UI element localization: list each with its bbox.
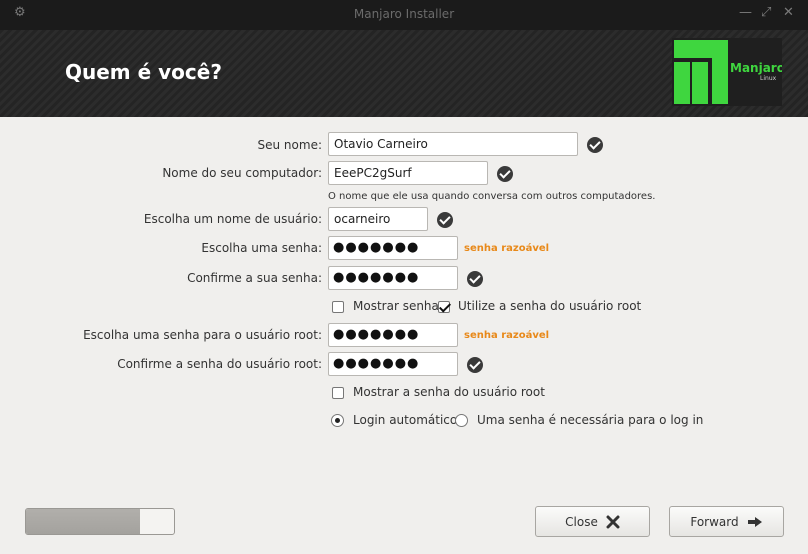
login-password-radio[interactable]: [455, 414, 468, 427]
forward-button-label: Forward: [690, 514, 739, 529]
use-root-password-checkbox[interactable]: [438, 301, 450, 313]
hostname-hint: O nome que ele usa quando conversa com o…: [328, 191, 656, 202]
show-root-password-checkbox[interactable]: [332, 387, 344, 399]
close-icon[interactable]: ✕: [783, 6, 794, 20]
titlebar: ⚙ Manjaro Installer — ⤢ ✕: [0, 0, 808, 30]
name-label: Seu nome:: [257, 138, 322, 152]
progress-fill: [26, 509, 140, 534]
check-icon: [437, 212, 453, 228]
window-title: Manjaro Installer: [353, 7, 455, 21]
name-field[interactable]: Otavio Carneiro: [328, 132, 578, 156]
password-strength: senha razoável: [464, 243, 550, 254]
page-title: Quem é você?: [65, 60, 222, 84]
password-field[interactable]: ●●●●●●●: [328, 236, 458, 260]
login-password-label: Uma senha é necessária para o log in: [477, 413, 704, 427]
install-progress-bar: [25, 508, 175, 535]
forward-button[interactable]: Forward: [669, 506, 784, 537]
root-password-confirm-label: Confirme a senha do usuário root:: [117, 357, 322, 371]
show-password-checkbox[interactable]: [332, 301, 344, 313]
check-icon: [467, 357, 483, 373]
form-area: Seu nome: Otavio Carneiro Nome do seu co…: [0, 117, 808, 554]
root-password-label: Escolha uma senha para o usuário root:: [83, 328, 322, 342]
username-field[interactable]: ocarneiro: [328, 207, 428, 231]
manjaro-logo: Manjaro Linux: [672, 38, 782, 106]
hostname-field[interactable]: EeePC2gSurf: [328, 161, 488, 185]
arrow-right-icon: [747, 516, 762, 527]
minimize-icon[interactable]: —: [739, 6, 752, 20]
close-x-icon: [606, 515, 620, 528]
maximize-icon[interactable]: ⤢: [761, 6, 771, 20]
close-button[interactable]: Close: [535, 506, 650, 537]
root-password-strength: senha razoável: [464, 330, 550, 341]
password-label: Escolha uma senha:: [201, 241, 322, 255]
hostname-label: Nome do seu computador:: [162, 166, 322, 180]
login-auto-radio[interactable]: [331, 414, 344, 427]
root-password-field[interactable]: ●●●●●●●: [328, 323, 458, 347]
close-button-label: Close: [565, 514, 598, 529]
check-icon: [497, 166, 513, 182]
show-password-label: Mostrar senha: [353, 299, 439, 313]
check-icon: [587, 137, 603, 153]
check-icon: [467, 271, 483, 287]
use-root-password-label: Utilize a senha do usuário root: [458, 299, 642, 313]
page-header: Quem é você? Manjaro Linux: [0, 30, 808, 117]
show-root-password-label: Mostrar a senha do usuário root: [353, 385, 545, 399]
svg-text:Manjaro: Manjaro: [730, 61, 782, 75]
svg-text:Linux: Linux: [760, 75, 777, 82]
username-label: Escolha um nome de usuário:: [143, 212, 322, 226]
installer-window: ⚙ Manjaro Installer — ⤢ ✕ Quem é você? M…: [0, 0, 808, 554]
root-password-confirm-field[interactable]: ●●●●●●●: [328, 352, 458, 376]
login-auto-label: Login automático: [353, 413, 458, 427]
password-confirm-field[interactable]: ●●●●●●●: [328, 266, 458, 290]
password-confirm-label: Confirme a sua senha:: [187, 271, 322, 285]
